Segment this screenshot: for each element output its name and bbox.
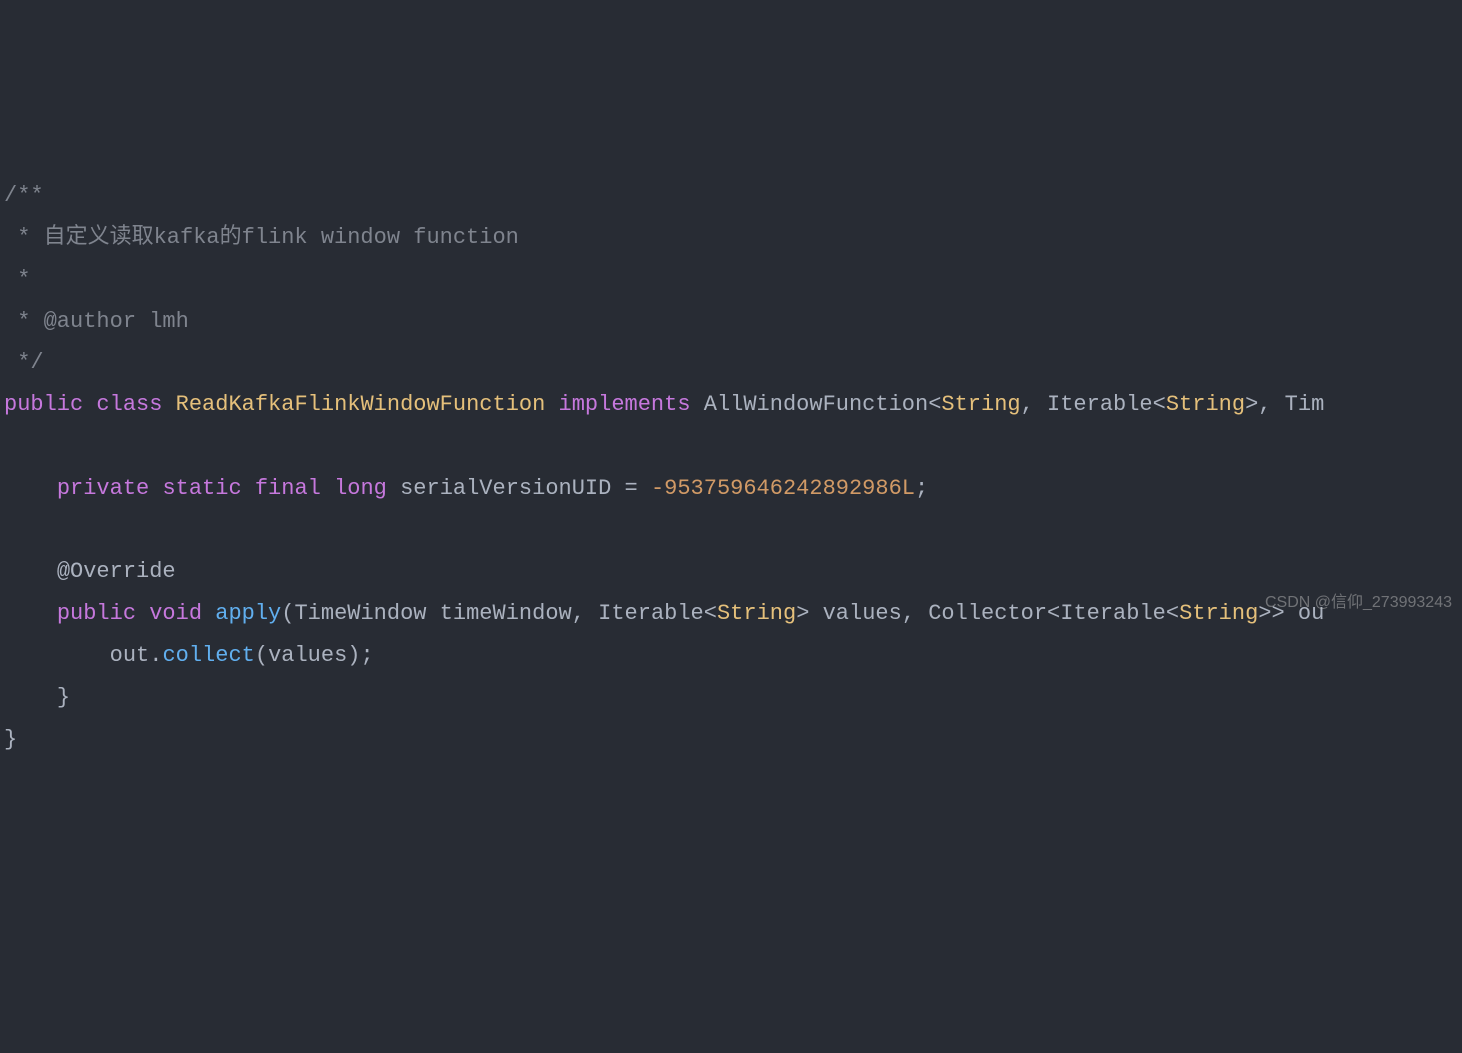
brace-close: } [4,727,17,752]
comment-line: * @author lmh [4,309,189,334]
keyword-public: public [4,392,83,417]
annotation-override: @Override [57,559,176,584]
code-block: /** * 自定义读取kafka的flink window function *… [4,175,1458,760]
type-timewindow: TimeWindow [294,601,426,626]
type-allwindow: AllWindowFunction [704,392,928,417]
brace-close: } [57,685,70,710]
var-out: out [110,643,150,668]
type-string: String [941,392,1020,417]
keyword-public: public [57,601,136,626]
type-collector: Collector [928,601,1047,626]
field-serial: serialVersionUID [400,476,611,501]
operator-eq: = [625,476,638,501]
method-apply: apply [215,601,281,626]
keyword-final: final [255,476,321,501]
type-iterable: Iterable [1047,392,1153,417]
type-iterable: Iterable [1060,601,1166,626]
type-iterable: Iterable [598,601,704,626]
watermark-text: CSDN @信仰_273993243 [1265,588,1452,618]
param-values: values [823,601,902,626]
keyword-private: private [57,476,149,501]
keyword-void: void [149,601,202,626]
keyword-implements: implements [559,392,691,417]
comment-line: * 自定义读取kafka的flink window function [4,225,519,250]
semicolon: ; [915,476,928,501]
method-collect: collect [162,643,254,668]
keyword-class: class [96,392,162,417]
number-literal: -953759646242892986L [651,476,915,501]
comment-line: * [4,267,30,292]
param-timewindow: timeWindow [440,601,572,626]
class-name: ReadKafkaFlinkWindowFunction [176,392,546,417]
arg-values: values [268,643,347,668]
keyword-static: static [162,476,241,501]
comment-line: */ [4,350,44,375]
type-string: String [1179,601,1258,626]
type-string: String [717,601,796,626]
type-timewindow-trunc: Tim [1285,392,1325,417]
keyword-long: long [334,476,387,501]
comment-line: /** [4,183,44,208]
type-string: String [1166,392,1245,417]
